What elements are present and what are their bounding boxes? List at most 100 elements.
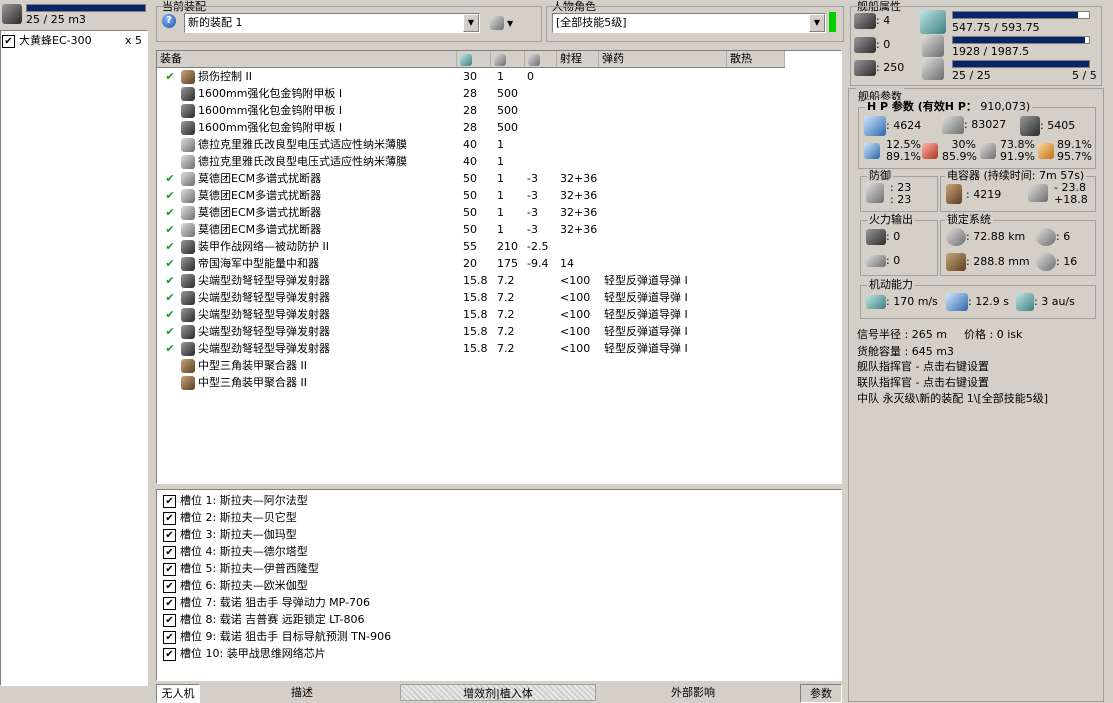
- module-name: 莫德团ECM多谱式扰断器: [198, 189, 322, 202]
- ship-menu-button[interactable]: ▼: [490, 14, 522, 32]
- tab-boosters-implants[interactable]: 增效剂|植入体: [400, 684, 596, 701]
- wing-commander[interactable]: 联队指挥官 - 点击右键设置: [857, 376, 989, 390]
- character-dropdown[interactable]: [全部技能5级] ▼: [552, 13, 826, 33]
- sensor-icon: [1036, 253, 1056, 271]
- module-row[interactable]: 德拉克里雅氏改良型电压式适应性纳米薄膜 40 1: [157, 136, 841, 153]
- implant-slot[interactable]: ✔ 槽位 8: 载诺 吉普赛 远距锁定 LT-806: [163, 611, 391, 628]
- character-status-indicator: [829, 12, 836, 32]
- implant-checkbox[interactable]: ✔: [163, 647, 176, 661]
- implant-slot[interactable]: ✔ 槽位 10: 装甲战思维网络芯片: [163, 645, 391, 662]
- module-icon: [181, 138, 195, 152]
- scan-resolution-icon: [946, 253, 966, 271]
- column-header-range[interactable]: 射程: [557, 51, 599, 67]
- implant-slot[interactable]: ✔ 槽位 9: 载诺 狙击手 目标导航预测 TN-906: [163, 628, 391, 645]
- module-row[interactable]: ✔ 损伤控制 II 30 1 0: [157, 68, 841, 85]
- tab-external-effects[interactable]: 外部影响: [628, 684, 758, 701]
- module-row[interactable]: ✔ 尖端型劲弩轻型导弹发射器 15.8 7.2 <100 轻型反弹道导弹 I: [157, 323, 841, 340]
- fleet-commander[interactable]: 舰队指挥官 - 点击右键设置: [857, 360, 989, 374]
- column-header-cpu[interactable]: [457, 51, 491, 67]
- module-row[interactable]: 1600mm强化包金钨附甲板 I 28 500: [157, 85, 841, 102]
- sensor-strength-value: : 16: [1056, 255, 1078, 268]
- column-header-name[interactable]: 装备: [157, 51, 457, 67]
- module-table-header: 装备 射程 弹药 散热: [157, 51, 785, 68]
- capacitor-delta-2: +18.8: [1054, 193, 1088, 206]
- module-row[interactable]: ✔ 莫德团ECM多谱式扰断器 50 1 -3 32+36: [157, 170, 841, 187]
- help-icon[interactable]: ?: [162, 14, 176, 28]
- kinetic-resist-icon: [980, 143, 996, 159]
- module-row[interactable]: ✔ 帝国海军中型能量中和器 20 175 -9.4 14: [157, 255, 841, 272]
- implant-slot[interactable]: ✔ 槽位 1: 斯拉夫—阿尔法型: [163, 492, 391, 509]
- tab-description[interactable]: 描述: [240, 684, 364, 701]
- module-row[interactable]: ✔ 莫德团ECM多谱式扰断器 50 1 -3 32+36: [157, 187, 841, 204]
- defense-value-2: : 23: [890, 193, 912, 206]
- scan-resolution: : 288.8 mm: [946, 253, 1030, 271]
- module-table[interactable]: 装备 射程 弹药 散热 ✔ 损伤控制 II 30 1 0 1600mm强化包金钨附甲板 I…: [156, 50, 842, 484]
- shield-icon: [864, 116, 886, 136]
- module-cpu: 28: [463, 104, 477, 117]
- drone-checkbox[interactable]: ✔: [2, 34, 15, 48]
- module-row[interactable]: ✔ 装甲作战网络—被动防护 II 55 210 -2.5: [157, 238, 841, 255]
- module-name: 损伤控制 II: [198, 70, 252, 83]
- module-capacitor: -3: [527, 172, 538, 185]
- implant-checkbox[interactable]: ✔: [163, 545, 176, 559]
- chevron-down-icon[interactable]: ▼: [463, 14, 479, 32]
- chevron-down-icon[interactable]: ▼: [809, 14, 825, 32]
- module-row[interactable]: ✔ 尖端型劲弩轻型导弹发射器 15.8 7.2 <100 轻型反弹道导弹 I: [157, 289, 841, 306]
- module-row[interactable]: 1600mm强化包金钨附甲板 I 28 500: [157, 102, 841, 119]
- implant-checkbox[interactable]: ✔: [163, 630, 176, 644]
- module-ammo: 轻型反弹道导弹 I: [604, 342, 688, 355]
- turret-hardpoints: : 4: [854, 13, 890, 29]
- online-check-icon: ✔: [165, 274, 175, 287]
- implant-slot[interactable]: ✔ 槽位 6: 斯拉夫—欧米伽型: [163, 577, 391, 594]
- defense-icon: [866, 183, 884, 203]
- column-header-cap[interactable]: [525, 51, 557, 67]
- implant-slot[interactable]: ✔ 槽位 7: 载诺 狙击手 导弹动力 MP-706: [163, 594, 391, 611]
- implant-list[interactable]: ✔ 槽位 1: 斯拉夫—阿尔法型 ✔ 槽位 2: 斯拉夫—贝它型 ✔ 槽位 3: 斯拉夫—…: [156, 489, 842, 681]
- module-row[interactable]: ✔ 尖端型劲弩轻型导弹发射器 15.8 7.2 <100 轻型反弹道导弹 I: [157, 306, 841, 323]
- column-header-ammo[interactable]: 弹药: [599, 51, 727, 67]
- module-row[interactable]: 中型三角装甲聚合器 II: [157, 357, 841, 374]
- online-check-icon: ✔: [165, 308, 175, 321]
- drone-list[interactable]: ✔ 大黄蜂EC-300 x 5: [0, 30, 148, 686]
- module-row[interactable]: ✔ 莫德团ECM多谱式扰断器 50 1 -3 32+36: [157, 221, 841, 238]
- module-capacitor: -3: [527, 223, 538, 236]
- module-row[interactable]: ✔ 莫德团ECM多谱式扰断器 50 1 -3 32+36: [157, 204, 841, 221]
- implant-checkbox[interactable]: ✔: [163, 511, 176, 525]
- module-icon: [181, 172, 195, 186]
- module-powergrid: 7.2: [497, 342, 515, 355]
- module-row[interactable]: ✔ 尖端型劲弩轻型导弹发射器 15.8 7.2 <100 轻型反弹道导弹 I: [157, 340, 841, 357]
- column-header-heat[interactable]: 散热: [727, 51, 785, 67]
- module-name: 尖端型劲弩轻型导弹发射器: [198, 308, 330, 321]
- fitting-dropdown[interactable]: 新的装配 1 ▼: [184, 13, 480, 33]
- capacitor-delta: - 23.8 +18.8: [1054, 182, 1088, 206]
- warp-speed-value: : 3 au/s: [1034, 295, 1075, 308]
- drone-name: 大黄蜂EC-300: [19, 34, 92, 47]
- implant-checkbox[interactable]: ✔: [163, 579, 176, 593]
- implant-checkbox[interactable]: ✔: [163, 528, 176, 542]
- tab-drones[interactable]: 无人机: [156, 684, 200, 703]
- implant-checkbox[interactable]: ✔: [163, 494, 176, 508]
- tab-parameters[interactable]: 参数: [800, 684, 842, 703]
- implant-slot[interactable]: ✔ 槽位 3: 斯拉夫—伽玛型: [163, 526, 391, 543]
- module-row[interactable]: 1600mm强化包金钨附甲板 I 28 500: [157, 119, 841, 136]
- online-check-icon: ✔: [165, 223, 175, 236]
- powergrid-icon: [922, 35, 944, 57]
- module-name: 尖端型劲弩轻型导弹发射器: [198, 342, 330, 355]
- implant-slot[interactable]: ✔ 槽位 4: 斯拉夫—德尔塔型: [163, 543, 391, 560]
- module-row[interactable]: 中型三角装甲聚合器 II: [157, 374, 841, 391]
- implant-checkbox[interactable]: ✔: [163, 613, 176, 627]
- drone-list-item[interactable]: ✔ 大黄蜂EC-300 x 5: [2, 33, 144, 49]
- implant-checkbox[interactable]: ✔: [163, 596, 176, 610]
- signature-radius: 信号半径 : 265 m: [857, 328, 947, 341]
- module-cpu: 15.8: [463, 291, 488, 304]
- implant-slot[interactable]: ✔ 槽位 2: 斯拉夫—贝它型: [163, 509, 391, 526]
- column-header-pg[interactable]: [491, 51, 525, 67]
- module-icon: [181, 308, 195, 322]
- module-cpu: 20: [463, 257, 477, 270]
- fitting-dropdown-value: 新的装配 1: [188, 16, 243, 29]
- implant-checkbox[interactable]: ✔: [163, 562, 176, 576]
- module-row[interactable]: ✔ 尖端型劲弩轻型导弹发射器 15.8 7.2 <100 轻型反弹道导弹 I: [157, 272, 841, 289]
- speed-icon: [866, 295, 886, 309]
- implant-slot[interactable]: ✔ 槽位 5: 斯拉夫—伊普西隆型: [163, 560, 391, 577]
- module-row[interactable]: 德拉克里雅氏改良型电压式适应性纳米薄膜 40 1: [157, 153, 841, 170]
